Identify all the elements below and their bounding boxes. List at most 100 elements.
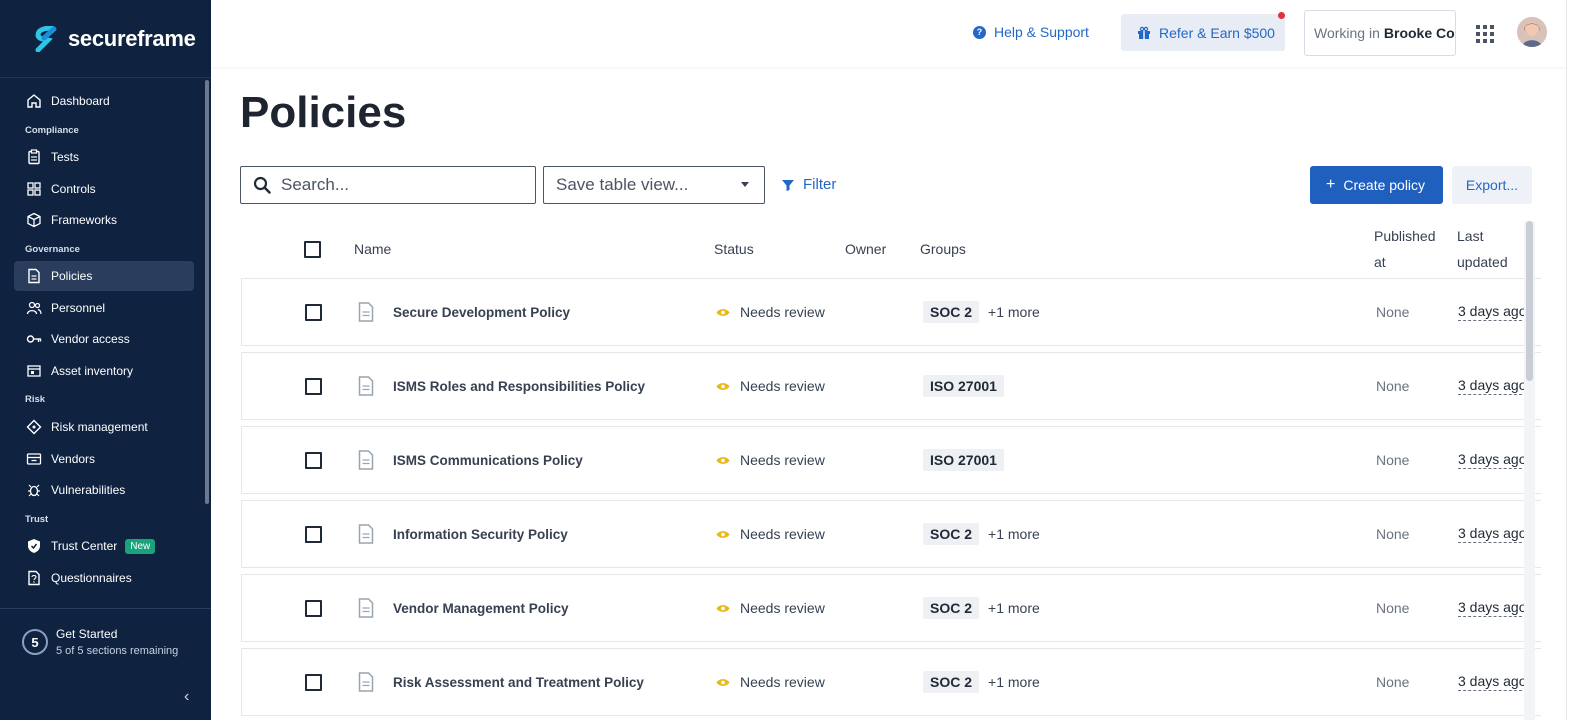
filter-label: Filter <box>803 176 837 193</box>
sidebar-item-vulnerabilities[interactable]: Vulnerabilities <box>14 475 194 505</box>
search-input[interactable] <box>281 175 521 195</box>
more-groups-link[interactable]: +1 more <box>988 674 1040 690</box>
column-name[interactable]: Name <box>354 222 391 276</box>
apps-grid-icon[interactable] <box>1476 25 1494 43</box>
sidebar-item-asset-inventory[interactable]: Asset inventory <box>14 356 194 386</box>
policy-name-link[interactable]: ISMS Roles and Responsibilities Policy <box>393 353 645 419</box>
group-tag[interactable]: SOC 2 <box>923 671 980 693</box>
policy-name-link[interactable]: ISMS Communications Policy <box>393 427 583 493</box>
row-checkbox[interactable] <box>305 525 322 543</box>
document-icon <box>358 353 374 419</box>
group-tag[interactable]: SOC 2 <box>923 523 980 545</box>
plus-icon: + <box>1326 176 1336 193</box>
refer-earn-button[interactable]: Refer & Earn $500 <box>1121 12 1285 51</box>
sidebar-item-risk-management[interactable]: Risk management <box>14 412 194 442</box>
row-checkbox[interactable] <box>305 451 322 469</box>
published-at-value: None <box>1376 600 1410 616</box>
sidebar-item-trust-center[interactable]: Trust Center New <box>14 531 194 561</box>
sidebar-item-label: Tests <box>51 150 80 164</box>
sidebar-item-vendor-access[interactable]: Vendor access <box>14 324 194 354</box>
group-tag[interactable]: ISO 27001 <box>923 449 1004 471</box>
questionnaire-icon <box>26 570 42 586</box>
sidebar-item-label: Trust Center <box>51 539 118 554</box>
controls-icon <box>26 181 42 197</box>
window-edge <box>1566 0 1578 720</box>
table-scrollbar[interactable] <box>1524 221 1535 720</box>
collapse-sidebar-icon[interactable]: ‹ <box>184 688 189 706</box>
search-box[interactable] <box>240 166 536 204</box>
select-all-checkbox[interactable] <box>304 240 321 258</box>
group-tag[interactable]: ISO 27001 <box>923 375 1004 397</box>
sidebar-item-label: Asset inventory <box>51 363 134 378</box>
more-groups-link[interactable]: +1 more <box>988 600 1040 616</box>
policy-name-link[interactable]: Information Security Policy <box>393 501 568 567</box>
column-updated-line2: updated <box>1457 254 1508 270</box>
row-checkbox[interactable] <box>305 303 322 321</box>
status-label: Needs review <box>740 600 825 616</box>
search-icon <box>253 176 271 194</box>
published-at-value: None <box>1376 452 1410 468</box>
column-groups[interactable]: Groups <box>920 222 966 276</box>
row-select-cell <box>305 279 322 345</box>
page-title: Policies <box>240 88 407 137</box>
help-support-link[interactable]: ? Help & Support <box>973 24 1089 40</box>
sidebar-item-questionnaires[interactable]: Questionnaires <box>14 563 194 593</box>
last-updated-value: 3 days ago <box>1458 673 1527 691</box>
sidebar-item-frameworks[interactable]: Frameworks <box>14 205 194 235</box>
column-published-at[interactable]: Published at <box>1374 222 1436 276</box>
sidebar-item-personnel[interactable]: Personnel <box>14 293 194 323</box>
help-support-label: Help & Support <box>994 24 1089 40</box>
export-button[interactable]: Export... <box>1452 166 1532 204</box>
sidebar-item-vendors[interactable]: Vendors <box>14 444 194 474</box>
table-row[interactable]: Information Security Policy Needs review S… <box>241 500 1541 568</box>
status-label: Needs review <box>740 304 825 320</box>
create-policy-button[interactable]: + Create policy <box>1310 166 1443 204</box>
table-row[interactable]: ISMS Communications Policy Needs review IS… <box>241 426 1541 494</box>
select-all-cell <box>304 222 321 276</box>
column-status[interactable]: Status <box>714 222 754 276</box>
more-groups-link[interactable]: +1 more <box>988 526 1040 542</box>
sidebar-item-tests[interactable]: Tests <box>14 142 194 172</box>
sidebar-item-policies[interactable]: Policies <box>14 261 194 292</box>
people-icon <box>26 300 42 316</box>
gift-icon <box>1138 26 1150 39</box>
get-started-title: Get Started <box>56 627 118 641</box>
policy-name-link[interactable]: Secure Development Policy <box>393 279 570 345</box>
status-cell: Needs review <box>716 427 825 493</box>
chevron-down-icon <box>741 182 749 187</box>
status-cell: Needs review <box>716 501 825 567</box>
create-policy-label: Create policy <box>1343 177 1426 193</box>
sidebar-section-governance: Governance <box>25 243 80 255</box>
policy-name-link[interactable]: Risk Assessment and Treatment Policy <box>393 649 644 715</box>
sidebar-nav: Dashboard Compliance Tests Controls Framewor… <box>14 86 194 594</box>
avatar[interactable] <box>1517 17 1547 47</box>
row-checkbox[interactable] <box>305 377 322 395</box>
table-row[interactable]: ISMS Roles and Responsibilities Policy Ne… <box>241 352 1541 420</box>
eye-icon <box>716 530 730 538</box>
sidebar-item-label: Risk management <box>51 419 148 434</box>
sidebar-item-controls[interactable]: Controls <box>14 174 194 204</box>
column-owner[interactable]: Owner <box>845 222 886 276</box>
row-checkbox[interactable] <box>305 599 322 617</box>
policy-name-link[interactable]: Vendor Management Policy <box>393 575 569 641</box>
column-last-updated[interactable]: Last updated <box>1457 222 1508 276</box>
table-row[interactable]: Vendor Management Policy Needs review SOC … <box>241 574 1541 642</box>
table-row[interactable]: Risk Assessment and Treatment Policy Need… <box>241 648 1541 716</box>
sidebar-item-label: Controls <box>51 181 96 196</box>
group-tag[interactable]: SOC 2 <box>923 597 980 619</box>
eye-icon <box>716 456 730 464</box>
brand[interactable]: secureframe <box>0 0 211 78</box>
column-published-line2: at <box>1374 254 1386 270</box>
column-updated-line1: Last <box>1457 228 1484 244</box>
table-row[interactable]: Secure Development Policy Needs review SOC… <box>241 278 1541 346</box>
filter-button[interactable]: Filter <box>782 176 836 193</box>
sidebar-scrollbar[interactable] <box>205 80 209 504</box>
sidebar-item-dashboard[interactable]: Dashboard <box>14 86 194 116</box>
save-table-view-select[interactable]: Save table view... <box>543 166 765 204</box>
more-groups-link[interactable]: +1 more <box>988 304 1040 320</box>
get-started-widget[interactable]: 5 Get Started 5 of 5 sections remaining <box>22 627 178 657</box>
table-scrollbar-thumb[interactable] <box>1526 221 1533 381</box>
workspace-switcher[interactable]: Working in Brooke Co <box>1304 10 1456 56</box>
row-checkbox[interactable] <box>305 673 322 691</box>
group-tag[interactable]: SOC 2 <box>923 301 980 323</box>
